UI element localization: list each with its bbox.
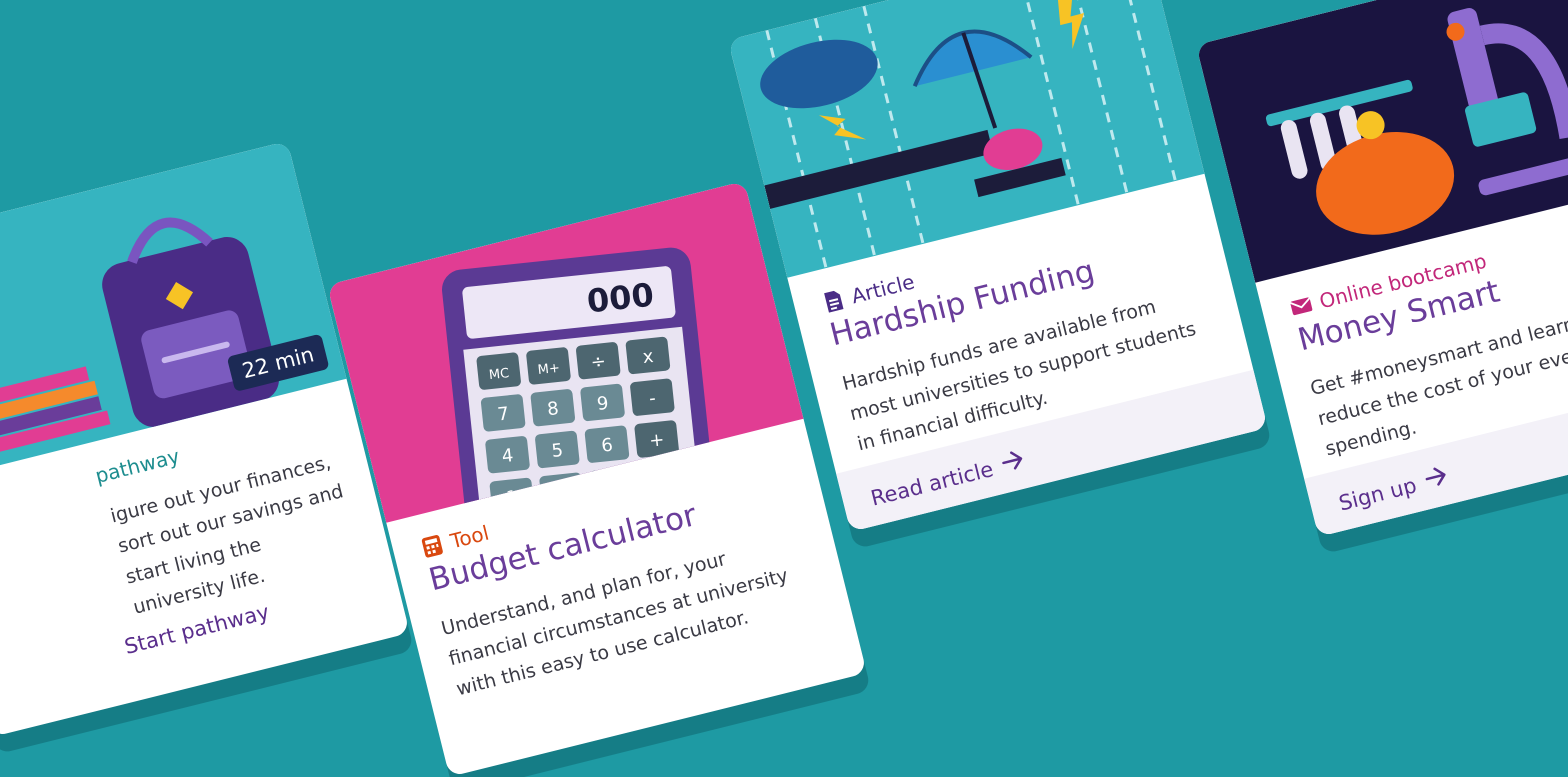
calc-key-label: 4 [501, 445, 515, 467]
calc-key-label: M+ [537, 361, 561, 378]
calc-key-label: 7 [496, 403, 510, 425]
calc-key-label: 9 [596, 393, 610, 415]
arrow-right-icon [999, 448, 1028, 478]
document-icon [820, 288, 847, 315]
calculator-icon [419, 533, 446, 560]
sign-up-label: Sign up [1336, 472, 1419, 516]
pathway-card[interactable]: 22 min pathway igure out your finances, … [0, 140, 410, 737]
money-smart-card[interactable]: Online bootcamp Money Smart Get #moneysm… [1196, 0, 1568, 537]
read-article-link[interactable]: Read article [868, 448, 1029, 511]
calc-key-label: 6 [600, 435, 614, 457]
arrow-right-icon [1423, 464, 1452, 494]
calc-key-label: + [648, 429, 665, 451]
sign-up-link[interactable]: Sign up [1336, 464, 1452, 516]
calc-key-label: 8 [546, 398, 560, 420]
card-carousel: 22 min pathway igure out your finances, … [0, 0, 1568, 777]
calc-key-label: 5 [551, 440, 565, 462]
envelope-icon [1288, 293, 1315, 320]
calc-key-label: ÷ [590, 351, 607, 373]
pathway-type-label: pathway [92, 443, 182, 488]
calc-key-label: MC [488, 366, 510, 383]
read-article-label: Read article [868, 456, 996, 511]
calc-display: 000 [585, 276, 655, 321]
